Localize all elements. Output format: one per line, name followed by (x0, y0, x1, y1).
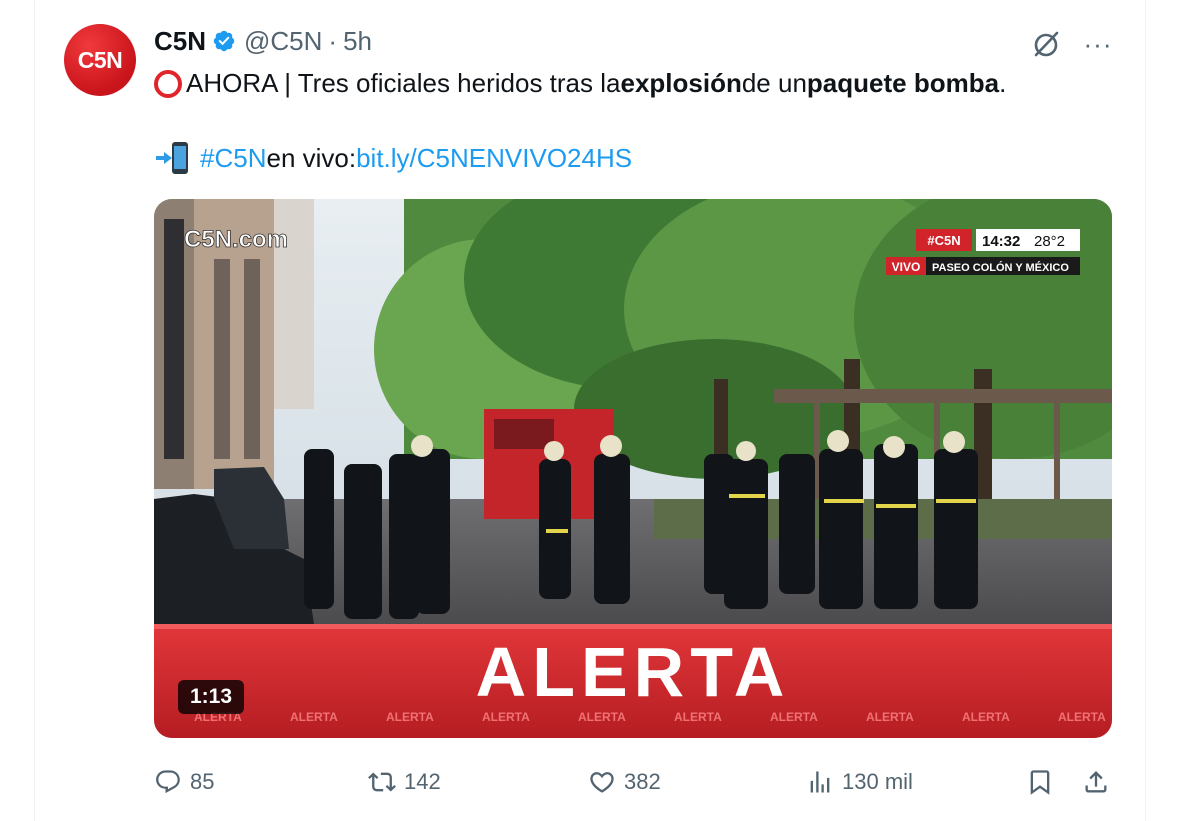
timeline-border-left (34, 0, 35, 821)
tweet-text-prefix: AHORA | Tres oficiales heridos tras la (186, 68, 621, 98)
author-handle[interactable]: @C5N (244, 26, 322, 57)
tweet-text-line2: #C5N en vivo: bit.ly/C5NENVIVO24HS (154, 140, 632, 176)
reply-button[interactable]: 85 (154, 760, 214, 804)
ticker-word: ALERTA (482, 710, 530, 724)
tweet-text-bold-explosion: explosión (620, 68, 742, 98)
verified-badge-icon (213, 30, 235, 52)
bookmark-icon (1030, 770, 1050, 795)
channel-watermark: C5N.com (184, 226, 288, 253)
share-button[interactable] (1082, 760, 1118, 804)
location-label: PASEO COLÓN Y MÉXICO (932, 261, 1069, 274)
tweet-time[interactable]: 5h (343, 26, 372, 57)
share-icon (1085, 771, 1107, 793)
tweet-text-line1: AHORA | Tres oficiales heridos tras la e… (154, 68, 1006, 99)
hashtag-link[interactable]: #C5N (200, 143, 266, 174)
mobile-phone-arrow-icon (156, 142, 188, 174)
live-text: en vivo: (266, 142, 357, 173)
views-count: 130 mil (842, 769, 913, 794)
ticker-word: ALERTA (674, 710, 722, 724)
tweet-text-end: . (999, 68, 1007, 98)
red-circle-emoji-icon (154, 69, 182, 98)
ticker-word: ALERTA (770, 710, 818, 724)
retweet-icon (368, 772, 396, 792)
bug-temp: 28°2 (1034, 233, 1065, 250)
retweet-count: 142 (404, 769, 441, 794)
ticker-word: ALERTA (290, 710, 338, 724)
reply-icon (156, 770, 180, 794)
video-duration-badge: 1:13 (178, 680, 245, 714)
more-icon[interactable]: ··· (1082, 29, 1114, 59)
ticker-word: ALERTA (1058, 710, 1106, 724)
tweet-actions-bar: 85 142 382 130 mil (154, 760, 1112, 804)
tweet-text-mid: de un (741, 68, 807, 98)
author-name[interactable]: C5N (154, 26, 206, 57)
video-frame: ALERTA ALERTA ALERTA ALERTA ALERTA ALERT… (154, 199, 1112, 738)
alert-banner-text: ALERTA (476, 633, 791, 711)
like-button[interactable]: 382 (588, 760, 661, 804)
bug-time: 14:32 (982, 233, 1020, 250)
ticker-word: ALERTA (386, 710, 434, 724)
bug-brand: #C5N (927, 233, 960, 248)
timeline-border-right (1145, 0, 1146, 821)
ticker-word: ALERTA (866, 710, 914, 724)
tweet-text-bold-bomb: paquete bomba (806, 68, 1000, 98)
vivo-label: VIVO (892, 260, 921, 274)
stream-link[interactable]: bit.ly/C5NENVIVO24HS (356, 143, 632, 174)
ticker-word: ALERTA (962, 710, 1010, 724)
ticker-word: ALERTA (578, 710, 626, 724)
grok-icon[interactable] (1030, 28, 1062, 60)
tweet-header: C5N @C5N · 5h (154, 26, 372, 56)
retweet-button[interactable]: 142 (368, 760, 441, 804)
views-button[interactable]: 130 mil (806, 760, 913, 804)
like-icon (590, 772, 614, 793)
reply-count: 85 (190, 769, 215, 794)
video-player[interactable]: ALERTA ALERTA ALERTA ALERTA ALERTA ALERT… (154, 199, 1112, 738)
avatar[interactable]: C5N (64, 24, 136, 96)
like-count: 382 (624, 769, 661, 794)
bookmark-button[interactable] (1026, 760, 1062, 804)
separator-dot: · (328, 25, 338, 56)
views-icon (810, 771, 830, 793)
